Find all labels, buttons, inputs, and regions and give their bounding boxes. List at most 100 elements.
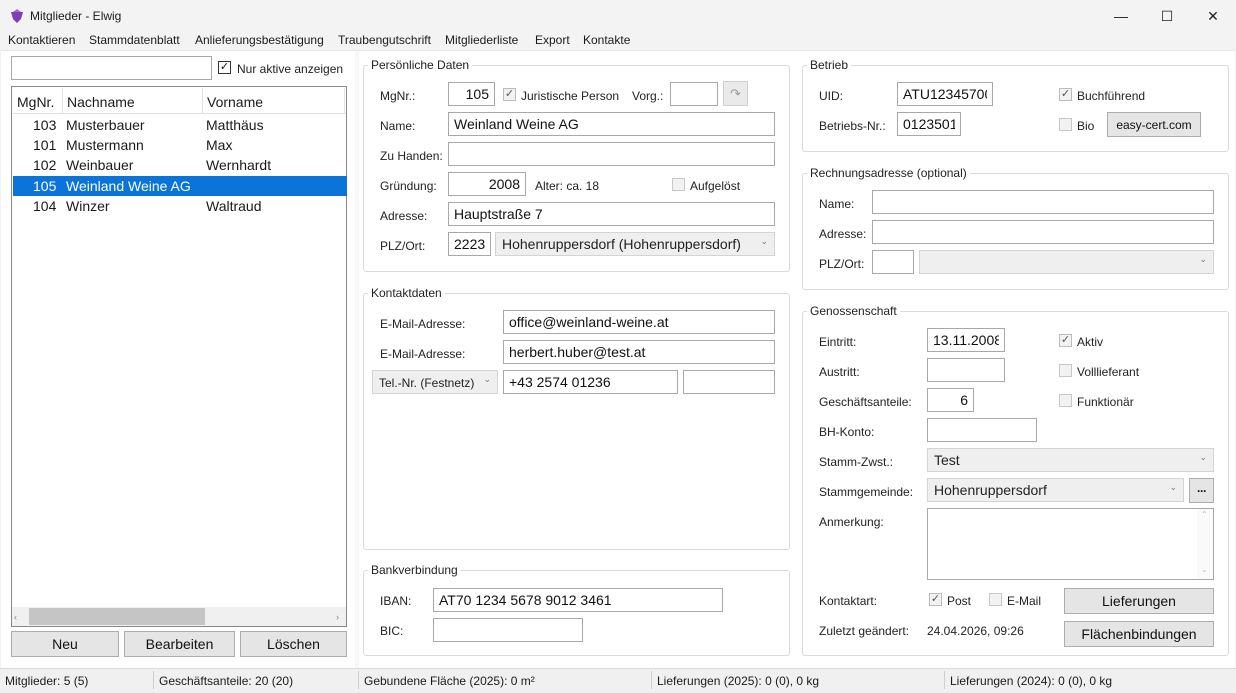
table-row[interactable]: 103 Musterbauer Matthäus (13, 115, 347, 135)
status-separator (153, 671, 154, 689)
status-shares: Geschäftsanteile: 20 (20) (159, 674, 294, 688)
table-row[interactable]: 104 Winzer Waltraud (13, 196, 347, 216)
active-checkbox[interactable]: ✓ (1059, 334, 1072, 347)
attention-field[interactable] (448, 142, 775, 166)
email-field-1[interactable] (503, 310, 775, 334)
billing-ort-dropdown[interactable]: ⌄ (919, 250, 1214, 274)
menu-kontakte[interactable]: Kontakte (583, 33, 630, 47)
billing-name-field[interactable] (872, 190, 1214, 214)
phone-field[interactable] (503, 370, 678, 394)
contact-data-title: Kontaktdaten (368, 286, 445, 300)
status-area: Gebundene Fläche (2025): 0 m² (364, 674, 535, 688)
bookkeeping-label: Buchführend (1077, 89, 1146, 103)
official-checkbox[interactable] (1059, 394, 1072, 407)
age-text: Alter: ca. 18 (535, 179, 600, 193)
operation-number-label: Betriebs-Nr.: (819, 119, 886, 133)
bookkeeping-checkbox[interactable]: ✓ (1059, 88, 1072, 101)
scroll-up-icon[interactable]: ⌃ (1201, 510, 1208, 519)
personal-data-title: Persönliche Daten (368, 58, 473, 72)
scrollbar-thumb[interactable] (29, 608, 205, 625)
dissolved-checkbox[interactable] (672, 178, 685, 191)
chevron-down-icon: ⌄ (483, 374, 491, 384)
grape-app-icon (11, 9, 23, 23)
status-deliveries-2025: Lieferungen (2025): 0 (0), 0 kg (657, 674, 820, 688)
close-button[interactable]: ✕ (1190, 0, 1236, 32)
municipality-dropdown[interactable]: Hohenruppersdorf ⌄ (927, 478, 1184, 502)
billing-plz-field[interactable] (872, 250, 914, 274)
scroll-down-icon[interactable]: ⌄ (1201, 565, 1208, 574)
email-contact-checkbox[interactable] (989, 593, 1002, 606)
menu-kontaktieren[interactable]: Kontaktieren (8, 33, 75, 47)
scroll-left-icon[interactable]: ‹ (14, 612, 17, 622)
maximize-button[interactable]: ☐ (1144, 0, 1190, 32)
window-title: Mitglieder - Elwig (30, 9, 122, 23)
iban-field[interactable] (433, 588, 723, 612)
menu-export[interactable]: Export (535, 33, 570, 47)
delete-button[interactable]: Löschen (240, 631, 347, 657)
chevron-down-icon: ⌄ (1199, 452, 1207, 462)
mgnr-field[interactable] (448, 82, 495, 106)
name-field[interactable] (448, 112, 775, 136)
chevron-down-icon: ⌄ (1199, 254, 1207, 264)
new-button[interactable]: Neu (11, 631, 119, 657)
scroll-right-icon[interactable]: › (336, 612, 339, 622)
active-only-checkbox[interactable]: ✓ (218, 61, 231, 74)
table-row[interactable]: 102 Weinbauer Wernhardt (13, 155, 347, 175)
menu-traubengutschrift[interactable]: Traubengutschrift (338, 33, 431, 47)
bio-checkbox[interactable] (1059, 118, 1072, 131)
operation-number-field[interactable] (897, 112, 961, 136)
note-scrollbar[interactable]: ⌃ ⌄ (1197, 509, 1213, 579)
easy-cert-button[interactable]: easy-cert.com (1107, 112, 1201, 137)
predecessor-field[interactable] (670, 82, 718, 106)
table-row[interactable]: 101 Mustermann Max (13, 135, 347, 155)
bh-account-label: BH-Konto: (819, 425, 875, 439)
bank-title: Bankverbindung (368, 563, 461, 577)
minimize-button[interactable]: — (1098, 0, 1144, 32)
entry-field[interactable] (927, 328, 1005, 352)
juristic-person-checkbox[interactable]: ✓ (503, 88, 516, 101)
horizontal-scrollbar[interactable]: ‹ › (12, 607, 346, 626)
email-label-2: E-Mail-Adresse: (380, 347, 466, 361)
founding-label: Gründung: (380, 179, 437, 193)
chevron-down-icon: ⌄ (1169, 482, 1177, 492)
menu-stammdatenblatt[interactable]: Stammdatenblatt (89, 33, 180, 47)
table-row-selected[interactable]: 105 Weinland Weine AG (13, 176, 347, 196)
bh-account-field[interactable] (927, 418, 1037, 442)
search-input[interactable] (11, 56, 212, 80)
column-header-vorname[interactable]: Vorname (203, 88, 345, 114)
billing-address-field[interactable] (872, 220, 1214, 244)
menu-anlieferungsbestaetigung[interactable]: Anlieferungsbestätigung (195, 33, 324, 47)
splitter[interactable] (355, 51, 359, 668)
menu-mitgliederliste[interactable]: Mitgliederliste (445, 33, 518, 47)
area-bindings-button[interactable]: Flächenbindungen (1064, 621, 1214, 647)
last-changed-label: Zuletzt geändert: (819, 624, 910, 638)
members-list[interactable]: MgNr. Nachname Vorname 103 Musterbauer M… (11, 86, 347, 627)
uid-field[interactable] (897, 82, 993, 106)
column-header-nachname[interactable]: Nachname (63, 88, 203, 114)
address-field[interactable] (448, 202, 775, 226)
branch-dropdown[interactable]: Test ⌄ (927, 448, 1214, 472)
column-header-mgnr[interactable]: MgNr. (13, 88, 63, 114)
plz-field[interactable] (448, 232, 491, 256)
note-textarea[interactable]: ⌃ ⌄ (927, 508, 1214, 580)
full-supplier-checkbox[interactable] (1059, 364, 1072, 377)
phone-note-field[interactable] (683, 370, 775, 394)
status-members: Mitglieder: 5 (5) (5, 674, 89, 688)
municipality-more-button[interactable]: ··· (1189, 478, 1214, 503)
ort-dropdown[interactable]: Hohenruppersdorf (Hohenruppersdorf) ⌄ (495, 232, 775, 256)
bic-field[interactable] (433, 618, 583, 642)
founding-field[interactable] (448, 172, 526, 196)
predecessor-link-icon[interactable]: ↷ (723, 81, 748, 106)
email-field-2[interactable] (503, 340, 775, 364)
edit-button[interactable]: Bearbeiten (124, 631, 235, 657)
exit-field[interactable] (927, 358, 1005, 382)
post-checkbox[interactable]: ✓ (929, 593, 942, 606)
last-changed-value: 24.04.2026, 09:26 (927, 624, 1024, 638)
bank-group (363, 570, 790, 656)
shares-field[interactable] (927, 388, 974, 412)
deliveries-button[interactable]: Lieferungen (1064, 588, 1214, 614)
contact-type-label: Kontaktart: (819, 594, 878, 608)
phone-type-dropdown[interactable]: Tel.-Nr. (Festnetz) ⌄ (372, 370, 498, 394)
chevron-down-icon: ⌄ (760, 236, 768, 246)
status-separator (944, 671, 945, 689)
